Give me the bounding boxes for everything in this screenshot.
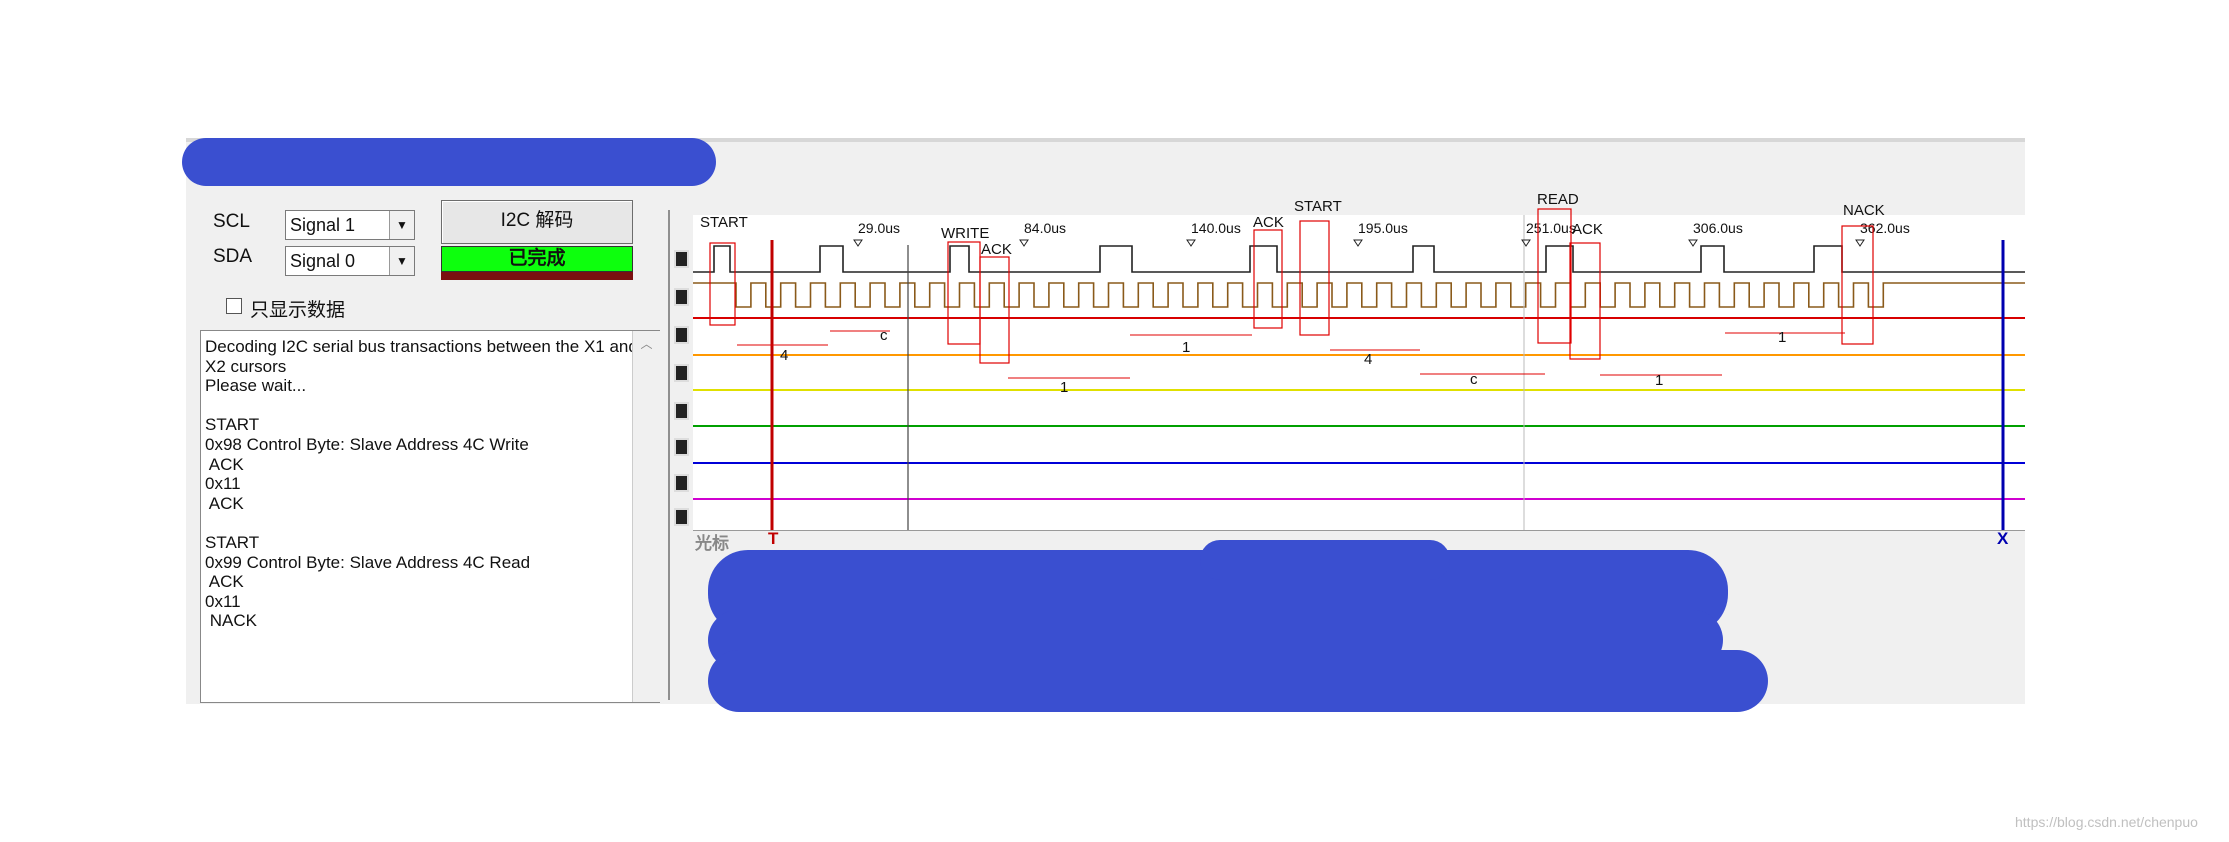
time-marker-icon <box>1521 239 1531 247</box>
annotation-label-write: WRITE <box>941 225 989 242</box>
annotation-label-ack1: ACK <box>981 241 1012 258</box>
redaction-scribble-lower-2 <box>1200 540 1450 580</box>
bit-label: c <box>880 327 888 344</box>
sda-waveform <box>693 282 2025 308</box>
time-marker-icon <box>853 239 863 247</box>
annotation-label-ack2: ACK <box>1253 214 1284 231</box>
cursor-x-label[interactable]: X <box>1997 529 2008 549</box>
time-marker-icon <box>1186 239 1196 247</box>
annotation-label-start2: START <box>1294 198 1342 215</box>
watermark: https://blog.csdn.net/chenpuo <box>2015 814 2198 830</box>
time-marker-label: 84.0us <box>1024 220 1066 236</box>
time-marker-icon <box>1688 239 1698 247</box>
bit-label: c <box>1470 371 1478 388</box>
scl-waveform <box>693 245 2025 273</box>
redaction-scribble-lower-4 <box>708 650 1768 712</box>
time-marker-label: 251.0us <box>1526 220 1576 236</box>
time-marker-label: 195.0us <box>1358 220 1408 236</box>
bit-label: 4 <box>780 347 788 364</box>
annotation-box <box>979 256 1010 364</box>
waveform-svg: 29.0us 84.0us 140.0us 195.0us 251.0us 306.0us… <box>693 191 2025 530</box>
time-marker-label: 140.0us <box>1191 220 1241 236</box>
time-marker-icon <box>1353 239 1363 247</box>
bit-label: 1 <box>1060 379 1068 396</box>
bit-label: 1 <box>1655 372 1663 389</box>
cursor-label: 光标 <box>695 534 729 553</box>
time-marker-icon <box>1019 239 1029 247</box>
time-marker-label: 306.0us <box>1693 220 1743 236</box>
annotation-label-read: READ <box>1537 191 1579 208</box>
annotation-label-start1: START <box>700 214 748 231</box>
bit-label: 4 <box>1364 351 1372 368</box>
annotation-box <box>1253 229 1283 329</box>
annotation-label-ack3: ACK <box>1572 221 1603 238</box>
cursor-t-label[interactable]: T <box>768 529 778 549</box>
time-marker-label: 29.0us <box>858 220 900 236</box>
bit-label: 1 <box>1182 339 1190 356</box>
time-marker-label: 362.0us <box>1860 220 1910 236</box>
annotation-label-nack: NACK <box>1843 202 1885 219</box>
time-marker-icon <box>1855 239 1865 247</box>
bit-label: 1 <box>1778 329 1786 346</box>
